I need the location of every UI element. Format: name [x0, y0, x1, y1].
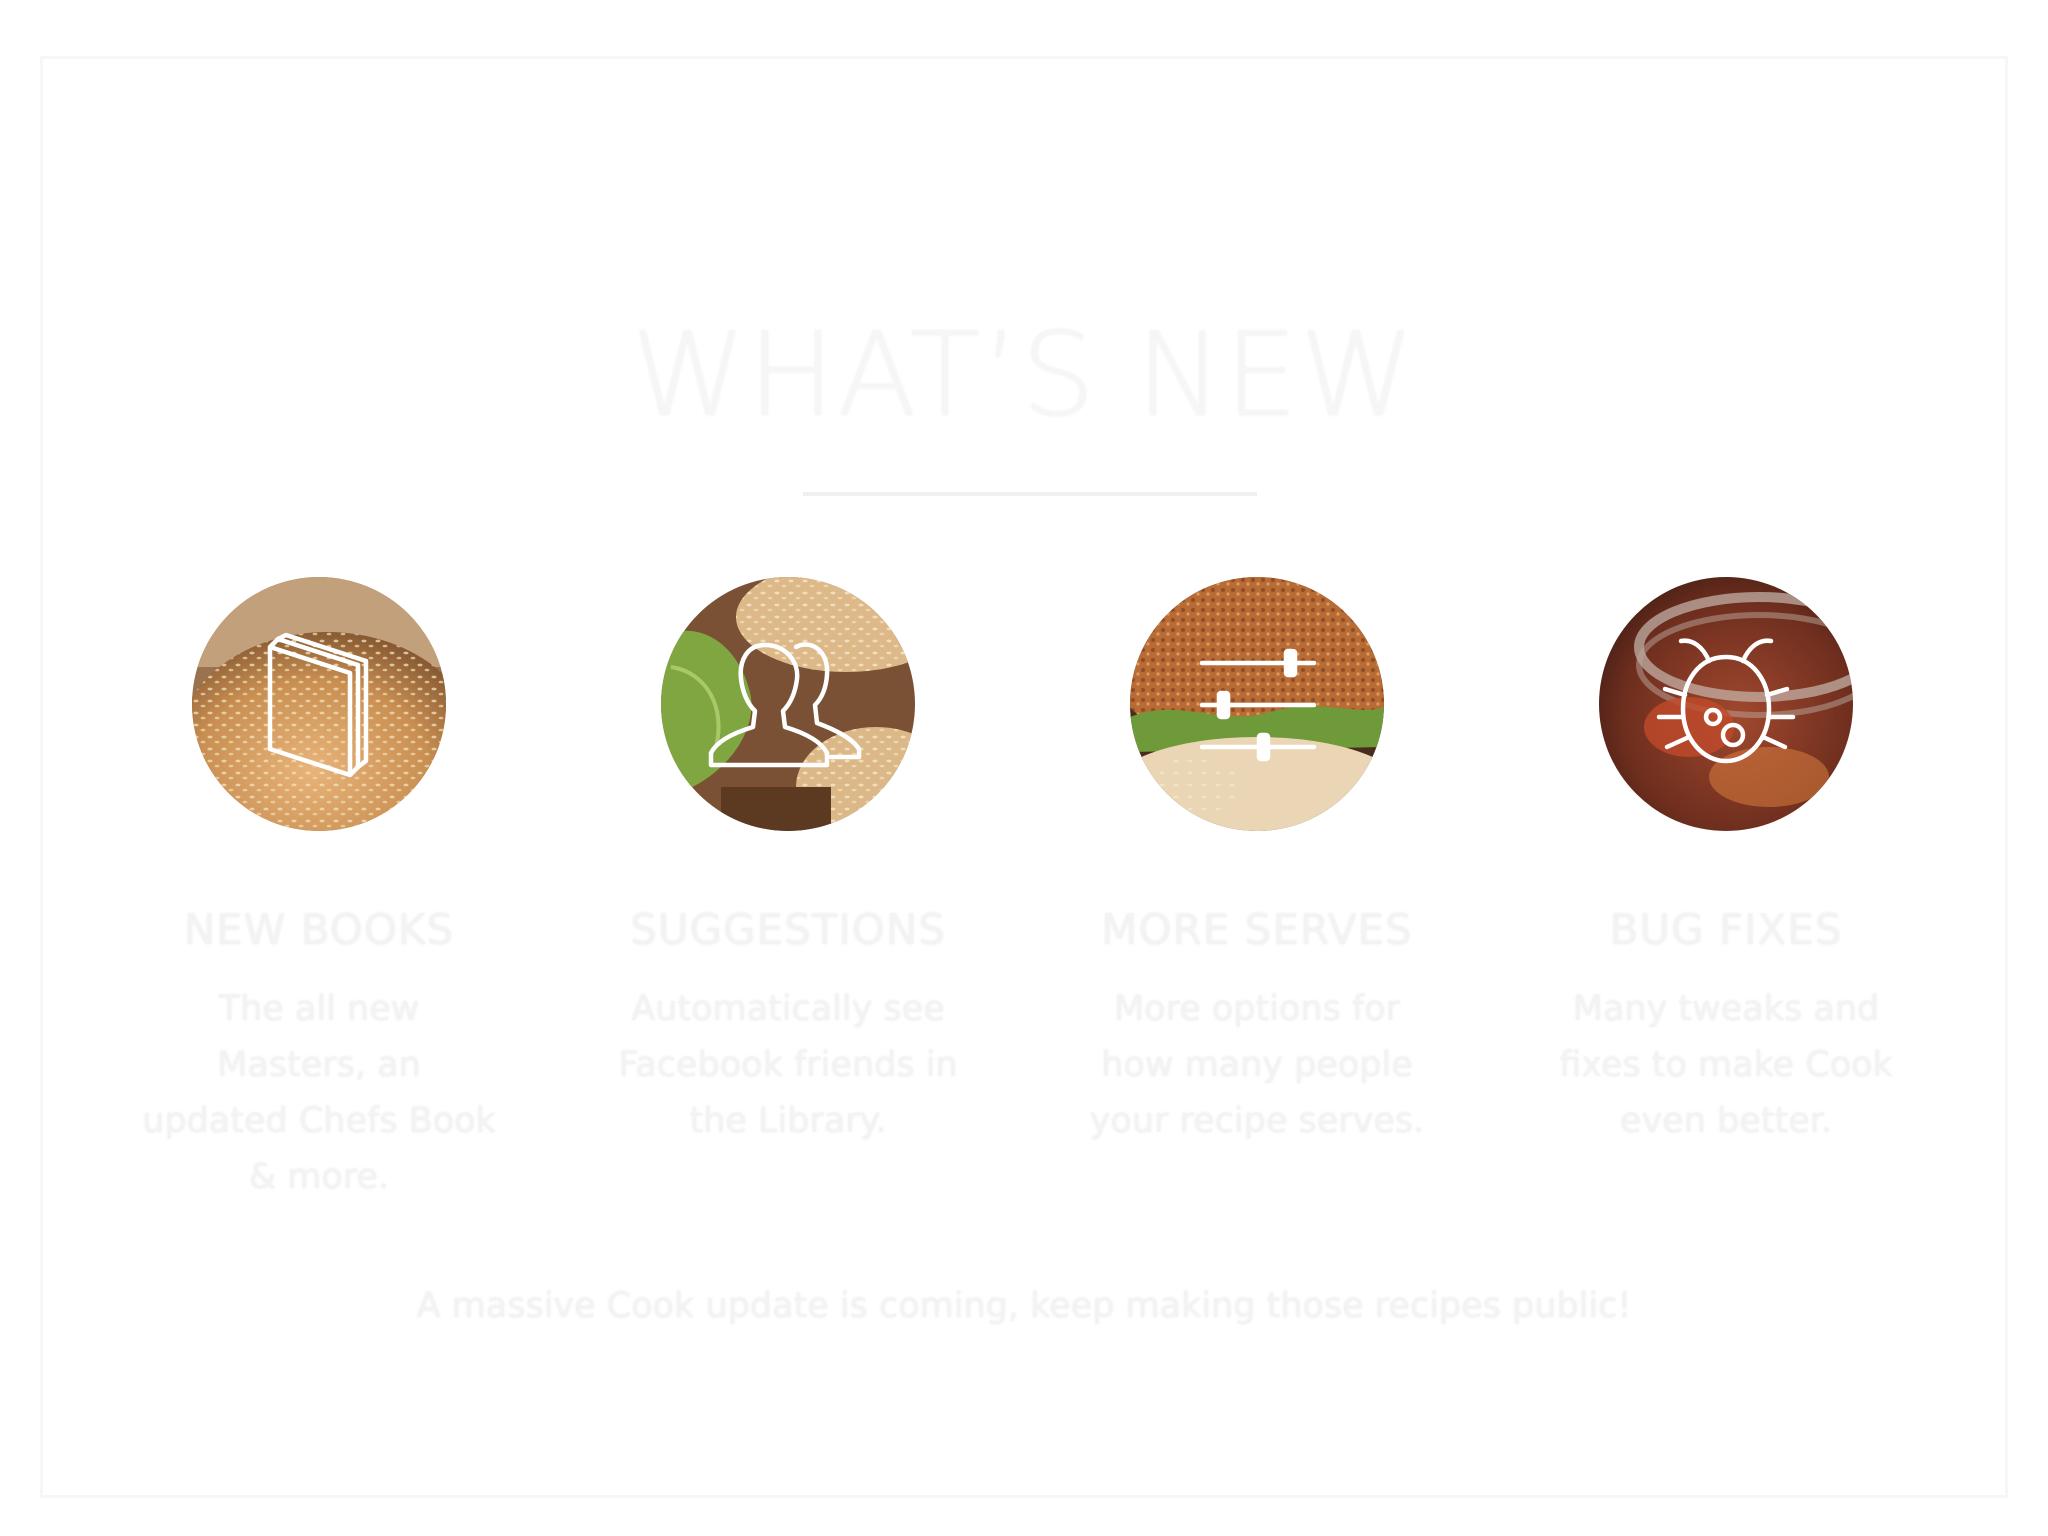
feature-image-burger [1130, 577, 1384, 831]
feature-description: Many tweaks and fixes to make Cook even … [1559, 989, 1893, 1141]
feature-new-books: NEW BOOKS The all new Masters, an update… [89, 577, 549, 1205]
book-icon [267, 632, 369, 778]
feature-description: The all new Masters, an updated Chefs Bo… [142, 989, 496, 1197]
feature-image-bread-roll [192, 577, 446, 831]
feature-image-jar [1599, 577, 1853, 831]
feature-title: NEW BOOKS [183, 905, 455, 954]
feature-description: More options for how many people your re… [1089, 989, 1425, 1141]
page-title: WHAT’S NEW [631, 308, 1417, 443]
feature-title: BUG FIXES [1609, 905, 1843, 954]
title-divider [803, 492, 1257, 496]
feature-bug-fixes: BUG FIXES Many tweaks and fixes to make … [1496, 577, 1956, 1149]
bug-icon [1656, 638, 1796, 764]
people-icon [708, 642, 862, 768]
feature-title: MORE SERVES [1101, 905, 1413, 954]
feature-description: Automatically see Facebook friends in th… [618, 989, 958, 1141]
feature-title: SUGGESTIONS [630, 905, 946, 954]
feature-image-buns-lettuce [661, 577, 915, 831]
feature-more-serves: MORE SERVES More options for how many pe… [1027, 577, 1487, 1149]
footer-message: A massive Cook update is coming, keep ma… [416, 1286, 1632, 1326]
sliders-icon [1199, 648, 1317, 762]
feature-suggestions: SUGGESTIONS Automatically see Facebook f… [558, 577, 1018, 1149]
